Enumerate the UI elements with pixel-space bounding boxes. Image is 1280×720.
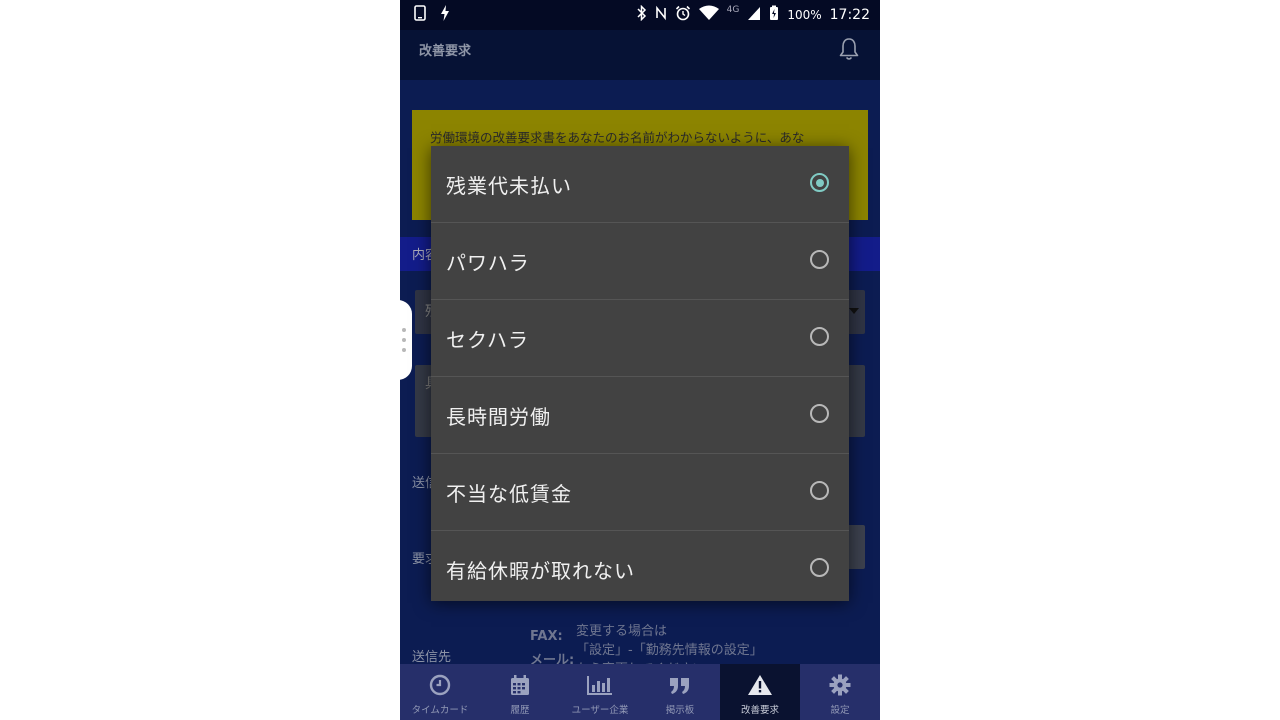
bottom-navigation: タイムカード 履歴 ユーザー企業 掲示板 改善要求 設定	[400, 664, 880, 720]
handle-dot	[402, 338, 406, 342]
page-title: 改善要求	[419, 44, 472, 59]
side-drawer-handle[interactable]	[398, 300, 412, 380]
option-label: セクハラ	[446, 328, 529, 352]
nav-item-label: タイムカード	[411, 705, 469, 716]
option-no-paid-leave[interactable]: 有給休暇が取れない	[431, 531, 849, 607]
fax-label: FAX:	[530, 629, 563, 644]
option-unfair-low-wage[interactable]: 不当な低賃金	[431, 454, 849, 531]
status-bar: 4G 100% 17:22	[400, 0, 880, 30]
option-label: 残業代未払い	[446, 174, 572, 198]
nav-item-user-companies[interactable]: ユーザー企業	[560, 664, 640, 720]
alarm-icon	[675, 5, 691, 25]
network-type-label: 4G	[726, 5, 740, 15]
nav-item-improvement-request[interactable]: 改善要求	[720, 664, 800, 720]
radio-selected-icon[interactable]	[810, 173, 829, 192]
radio-icon[interactable]	[810, 327, 829, 346]
nav-item-label: 掲示板	[665, 705, 695, 716]
notice-text: 労働環境の改善要求書をあなたのお名前がわからないように、あな	[430, 130, 805, 145]
nav-item-board[interactable]: 掲示板	[640, 664, 720, 720]
nav-item-label: 設定	[830, 705, 850, 716]
change-note-line-2: 「設定」-「勤務先情報の設定」	[576, 643, 763, 658]
clock: 17:22	[829, 7, 870, 23]
radio-icon[interactable]	[810, 558, 829, 577]
clock-icon	[429, 674, 451, 700]
option-label: 有給休暇が取れない	[446, 559, 635, 583]
radio-icon[interactable]	[810, 404, 829, 423]
request-button[interactable]	[847, 525, 865, 569]
option-sexual-harassment[interactable]: セクハラ	[431, 300, 849, 377]
option-power-harassment[interactable]: パワハラ	[431, 223, 849, 300]
nav-item-label: 改善要求	[740, 705, 779, 716]
bell-icon[interactable]	[836, 36, 862, 66]
option-long-working-hours[interactable]: 長時間労働	[431, 377, 849, 454]
chevron-down-icon	[849, 308, 859, 314]
nfc-icon	[655, 5, 667, 25]
bar-chart-icon	[586, 674, 614, 700]
nav-item-history[interactable]: 履歴	[480, 664, 560, 720]
nav-item-label: ユーザー企業	[571, 705, 629, 716]
phone-icon	[414, 5, 426, 25]
bluetooth-icon	[637, 4, 647, 25]
option-label: 長時間労働	[446, 405, 551, 429]
option-label: 不当な低賃金	[446, 482, 572, 506]
battery-icon	[769, 5, 779, 25]
handle-dot	[402, 348, 406, 352]
nav-item-timecard[interactable]: タイムカード	[400, 664, 480, 720]
signal-icon	[747, 5, 761, 25]
flash-icon	[440, 5, 450, 25]
nav-item-label: 履歴	[510, 705, 530, 716]
nav-item-settings[interactable]: 設定	[800, 664, 880, 720]
category-picker-dialog: 残業代未払い パワハラ セクハラ 長時間労働 不当な低賃金 有給休暇が取れない	[431, 146, 849, 601]
option-unpaid-overtime[interactable]: 残業代未払い	[431, 146, 849, 223]
gear-icon	[829, 674, 851, 700]
destination-label: 送信先	[412, 650, 452, 665]
quote-icon	[668, 674, 692, 700]
warning-icon	[747, 674, 773, 700]
wifi-icon	[698, 5, 719, 25]
app-bar: 改善要求	[400, 30, 880, 80]
change-note-line-1: 変更する場合は	[576, 624, 668, 639]
radio-icon[interactable]	[810, 250, 829, 269]
handle-dot	[402, 328, 406, 332]
calendar-icon	[509, 674, 531, 700]
battery-percent: 100%	[787, 8, 822, 22]
option-label: パワハラ	[446, 251, 530, 275]
radio-icon[interactable]	[810, 481, 829, 500]
